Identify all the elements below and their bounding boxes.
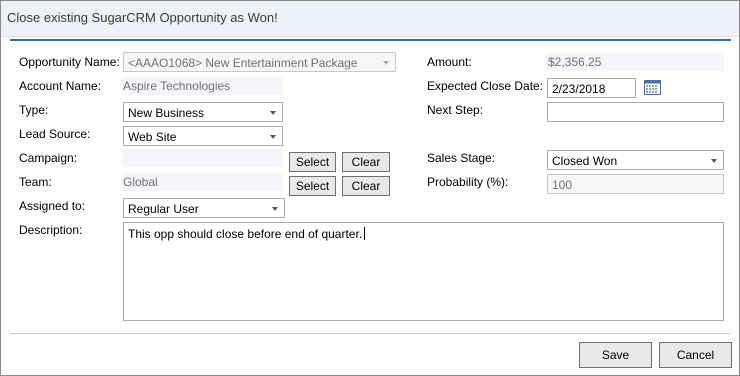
chevron-down-icon	[272, 207, 278, 211]
account-name-label: Account Name:	[19, 79, 102, 93]
next-step-input[interactable]	[547, 102, 724, 122]
sales-stage-select[interactable]: Closed Won	[547, 150, 724, 170]
campaign-field	[122, 149, 283, 167]
type-select[interactable]: New Business	[123, 102, 283, 122]
probability-label: Probability (%):	[427, 175, 509, 189]
chevron-down-icon	[270, 111, 276, 115]
sales-stage-value: Closed Won	[552, 154, 618, 168]
header-divider	[10, 39, 731, 41]
campaign-clear-button[interactable]: Clear	[342, 152, 390, 172]
team-label: Team:	[19, 175, 52, 189]
probability-input[interactable]: 100	[547, 174, 724, 194]
dialog-title: Close existing SugarCRM Opportunity as W…	[7, 10, 278, 25]
expected-close-date-value: 2/23/2018	[552, 82, 606, 96]
lead-source-value: Web Site	[128, 130, 177, 144]
opportunity-name-select[interactable]: <AAAO1068> New Entertainment Package	[123, 52, 396, 72]
opportunity-name-label: Opportunity Name:	[19, 55, 120, 69]
lead-source-label: Lead Source:	[19, 127, 91, 141]
calendar-icon[interactable]	[644, 80, 661, 95]
type-value: New Business	[128, 106, 205, 120]
chevron-down-icon	[270, 135, 276, 139]
footer-divider	[10, 333, 731, 334]
title-bar: Close existing SugarCRM Opportunity as W…	[1, 1, 739, 37]
probability-value: 100	[552, 178, 573, 192]
campaign-label: Campaign:	[19, 151, 78, 165]
assigned-to-label: Assigned to:	[19, 199, 86, 213]
team-clear-button[interactable]: Clear	[342, 176, 390, 196]
close-opportunity-dialog: Close existing SugarCRM Opportunity as W…	[0, 0, 740, 376]
chevron-down-icon	[711, 159, 717, 163]
account-name-value: Aspire Technologies	[123, 79, 231, 93]
sales-stage-label: Sales Stage:	[427, 151, 496, 165]
description-textarea[interactable]: This opp should close before end of quar…	[123, 222, 724, 321]
campaign-select-button[interactable]: Select	[289, 152, 336, 172]
expected-close-date-input[interactable]: 2/23/2018	[547, 78, 636, 98]
assigned-to-select[interactable]: Regular User	[123, 198, 285, 218]
opportunity-name-value: <AAAO1068> New Entertainment Package	[128, 56, 358, 70]
amount-label: Amount:	[427, 55, 472, 69]
lead-source-select[interactable]: Web Site	[123, 126, 283, 146]
description-value: This opp should close before end of quar…	[128, 227, 363, 241]
expected-close-date-label: Expected Close Date:	[427, 79, 544, 93]
text-caret	[364, 227, 366, 240]
team-select-button[interactable]: Select	[289, 176, 336, 196]
type-label: Type:	[19, 103, 49, 117]
description-text-line: This opp should close before end of quar…	[128, 227, 366, 241]
assigned-to-value: Regular User	[128, 202, 199, 216]
next-step-label: Next Step:	[427, 103, 484, 117]
save-button[interactable]: Save	[579, 342, 652, 368]
team-value: Global	[123, 175, 158, 189]
cancel-button[interactable]: Cancel	[659, 342, 732, 368]
description-label: Description:	[19, 223, 83, 237]
chevron-down-icon	[383, 61, 389, 65]
amount-value: $2,356.25	[548, 55, 602, 69]
